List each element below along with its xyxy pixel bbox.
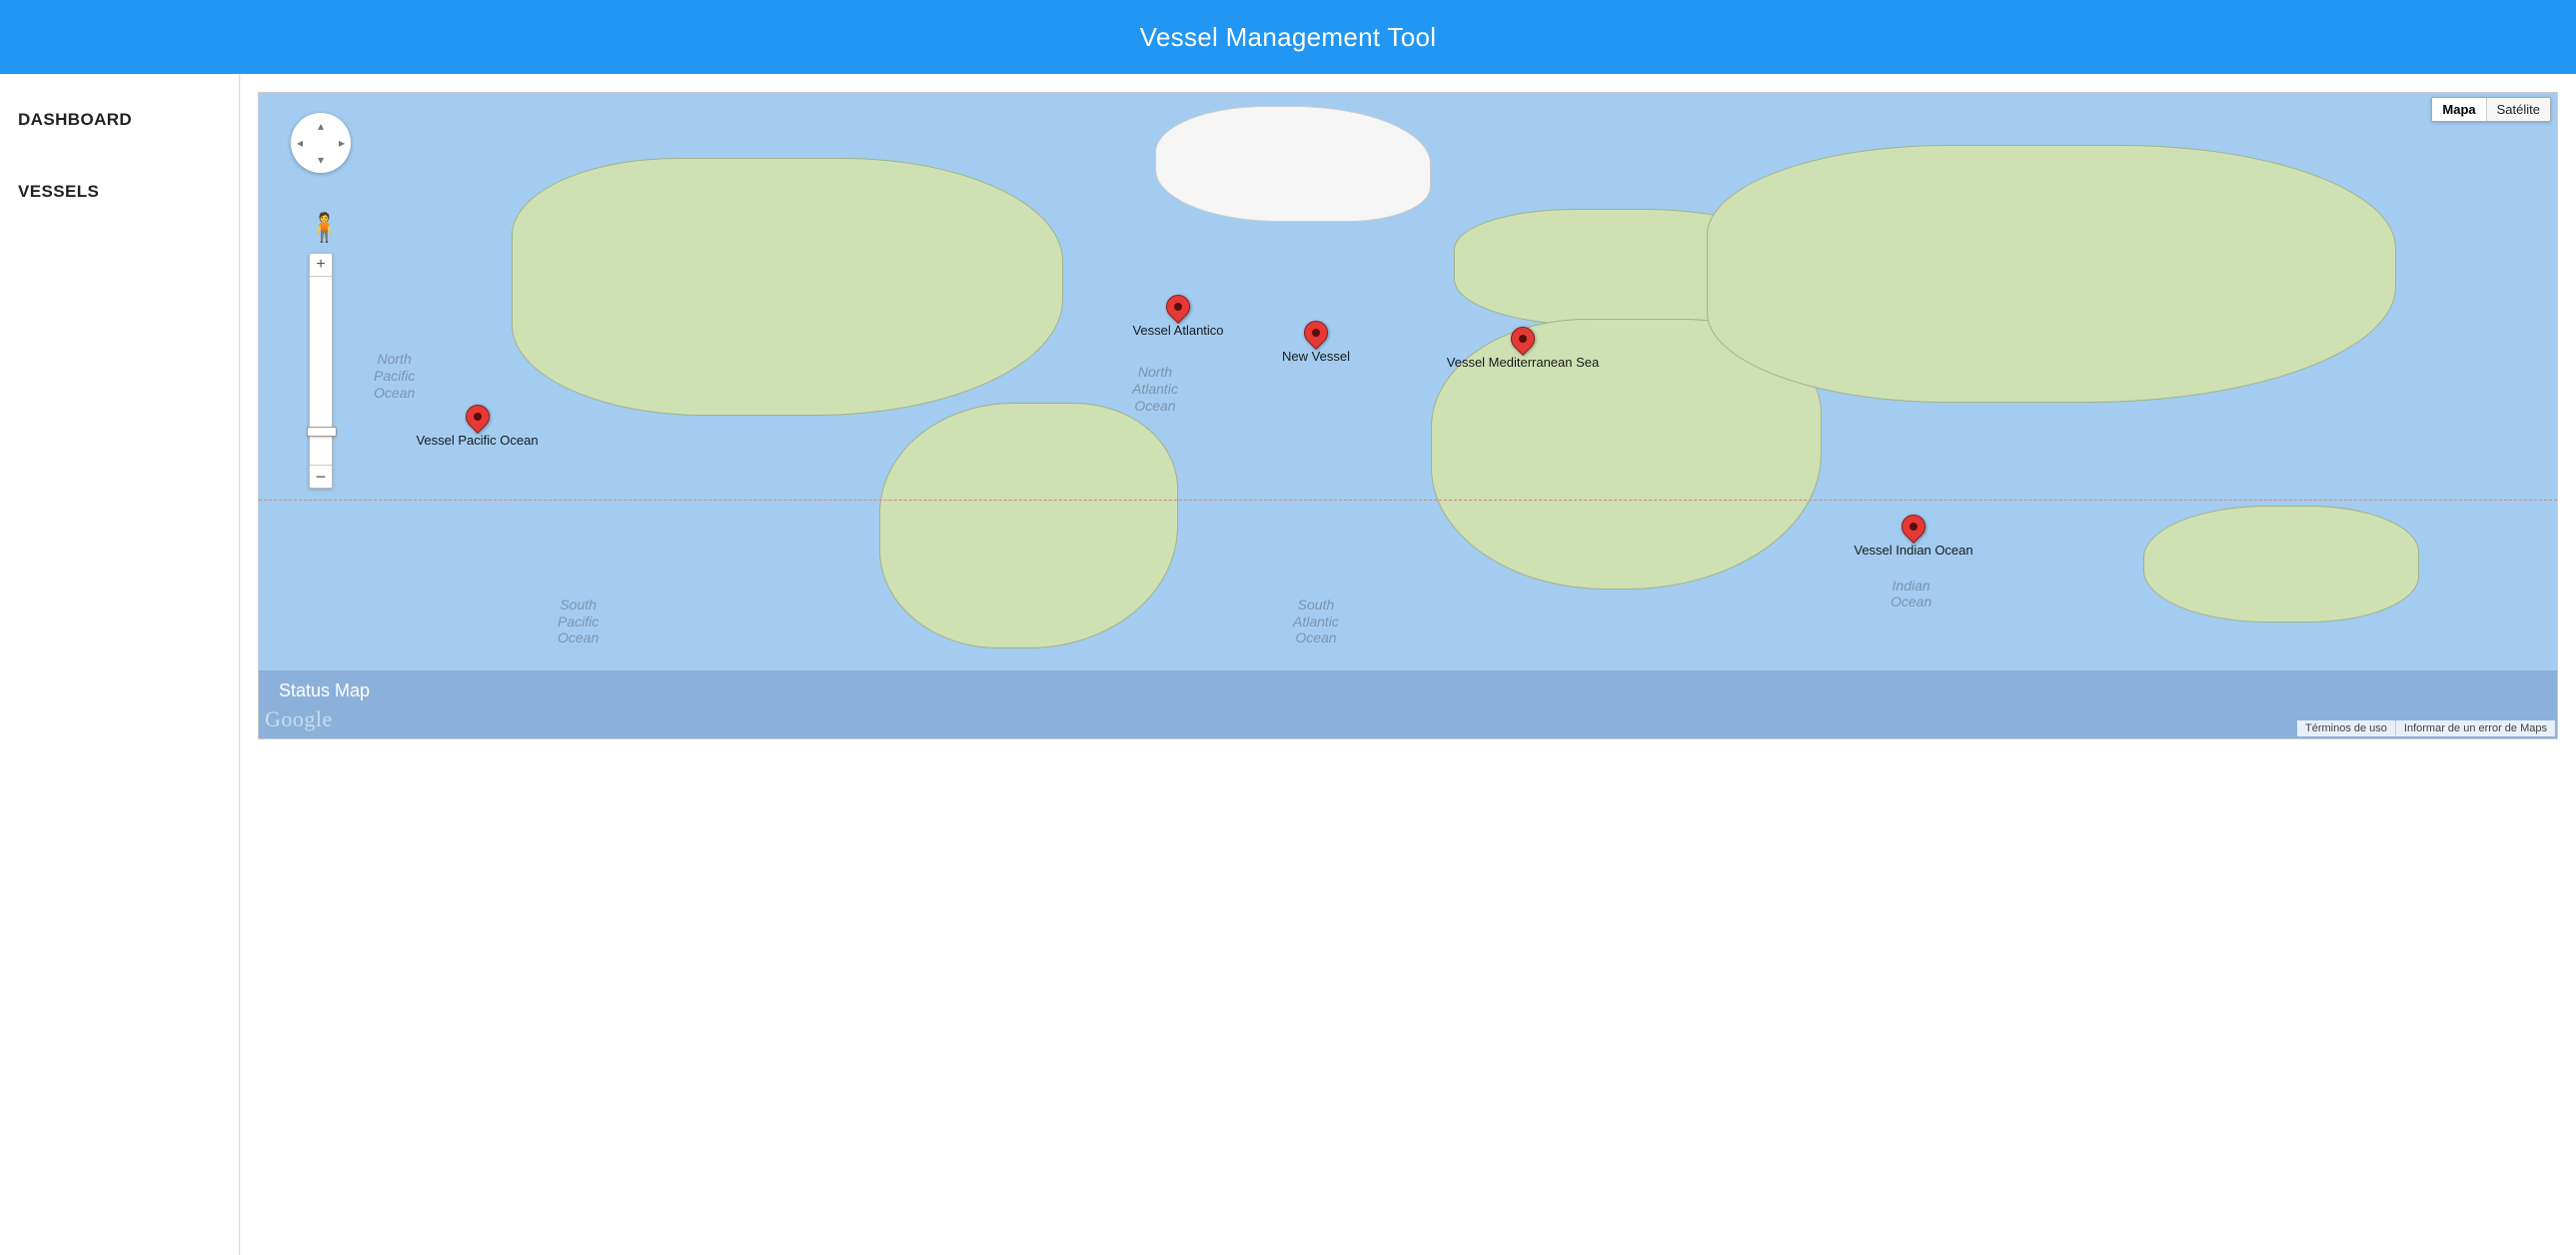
sidebar-item-label: DASHBOARD	[18, 110, 132, 129]
status-strip-label: Status Map	[279, 680, 370, 701]
marker-label: Vessel Atlantico	[1132, 323, 1223, 338]
content-area: DASHBOARD VESSELS NorthPacificOcean Sout…	[0, 74, 2576, 1255]
map-type-map[interactable]: Mapa	[2432, 98, 2485, 121]
map-marker[interactable]: New Vessel	[1304, 321, 1328, 345]
landmass	[2143, 506, 2419, 622]
marker-label: Vessel Pacific Ocean	[416, 433, 538, 448]
pan-right-icon[interactable]: ▸	[339, 136, 345, 150]
map-type-label: Satélite	[2497, 102, 2540, 117]
terms-link[interactable]: Términos de uso	[2297, 720, 2395, 736]
report-error-link[interactable]: Informar de un error de Maps	[2395, 720, 2555, 736]
equator-line	[259, 500, 2557, 501]
marker-pin-icon	[461, 400, 495, 434]
pan-down-icon[interactable]: ▾	[318, 153, 324, 167]
pegman-icon[interactable]: 🧍	[307, 211, 342, 244]
marker-label: New Vessel	[1282, 349, 1350, 364]
pan-up-icon[interactable]: ▴	[318, 119, 324, 133]
pan-left-icon[interactable]: ◂	[297, 136, 303, 150]
map-marker[interactable]: Vessel Mediterranean Sea	[1511, 327, 1535, 351]
marker-pin-icon	[1897, 510, 1931, 544]
pan-control: ▴ ▾ ◂ ▸	[291, 113, 351, 173]
landmass	[1155, 106, 1431, 222]
marker-label: Vessel Indian Ocean	[1854, 543, 1972, 558]
main-panel: NorthPacificOcean SouthPacificOcean Nort…	[240, 74, 2576, 1255]
sidebar-item-label: VESSELS	[18, 182, 99, 201]
report-label: Informar de un error de Maps	[2404, 722, 2547, 734]
app-header: Vessel Management Tool	[0, 0, 2576, 74]
marker-label: Vessel Mediterranean Sea	[1447, 355, 1599, 370]
marker-pin-icon	[1299, 316, 1333, 350]
marker-pin-icon	[1506, 322, 1540, 356]
sidebar-item-vessels[interactable]: VESSELS	[18, 170, 221, 242]
map-container[interactable]: NorthPacificOcean SouthPacificOcean Nort…	[258, 92, 2558, 739]
zoom-slider-track[interactable]	[310, 276, 332, 466]
map-marker[interactable]: Vessel Atlantico	[1166, 295, 1190, 319]
zoom-slider-handle[interactable]	[307, 427, 337, 437]
landmass	[879, 403, 1178, 647]
marker-pin-icon	[1161, 290, 1195, 324]
status-strip: Status Map	[259, 670, 2557, 738]
sidebar: DASHBOARD VESSELS	[0, 74, 240, 1255]
zoom-out-button[interactable]: −	[310, 466, 332, 488]
sidebar-item-dashboard[interactable]: DASHBOARD	[18, 98, 221, 170]
map-type-toggle: Mapa Satélite	[2431, 97, 2551, 122]
map-attribution: Términos de uso Informar de un error de …	[2297, 720, 2555, 736]
landmass	[1707, 145, 2396, 403]
landmass	[512, 158, 1063, 416]
terms-label: Términos de uso	[2305, 722, 2387, 734]
zoom-control: + −	[309, 253, 333, 489]
map-marker[interactable]: Vessel Pacific Ocean	[466, 405, 490, 429]
map-type-label: Mapa	[2442, 102, 2475, 117]
map-type-satellite[interactable]: Satélite	[2486, 98, 2550, 121]
map-marker[interactable]: Vessel Indian Ocean	[1902, 515, 1926, 539]
zoom-in-button[interactable]: +	[310, 254, 332, 276]
app-title: Vessel Management Tool	[1140, 22, 1437, 53]
